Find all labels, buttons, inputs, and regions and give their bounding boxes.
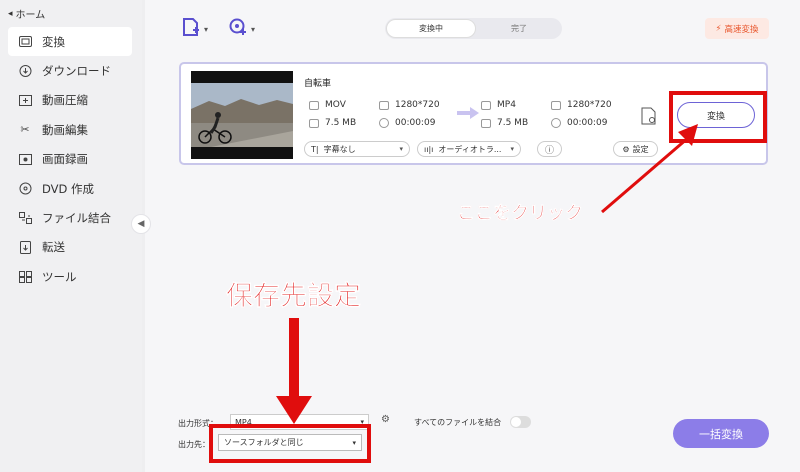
chevron-left-icon: ◀	[137, 219, 145, 229]
sidebar-item-edit[interactable]: ✂ 動画編集	[8, 115, 132, 144]
sidebar-item-transfer[interactable]: 転送	[8, 233, 132, 262]
transfer-icon	[18, 240, 32, 254]
annotation-save-destination: 保存先設定	[226, 281, 362, 313]
resolution-icon	[551, 100, 561, 110]
convert-all-button[interactable]: 一括変換	[673, 419, 769, 448]
tab-finished[interactable]: 完了	[476, 23, 562, 34]
gear-icon: ⚙	[622, 144, 630, 154]
home-link[interactable]: ◂ ホーム	[8, 6, 46, 22]
sidebar-item-record[interactable]: 画面録画	[8, 145, 132, 174]
info-icon: ⓘ	[544, 145, 554, 156]
sidebar-item-label: ツール	[42, 269, 77, 284]
target-resolution: 1280*720	[551, 100, 612, 110]
target-size: 7.5 MB	[481, 118, 528, 128]
sidebar-item-label: 画面録画	[42, 152, 88, 167]
tab-converting[interactable]: 変換中	[386, 19, 476, 38]
sidebar-item-dvd[interactable]: DVD 作成	[8, 174, 132, 203]
screen-record-icon	[18, 152, 32, 166]
sidebar-item-label: 動画編集	[42, 122, 88, 137]
sidebar-item-label: 転送	[42, 240, 65, 255]
high-speed-button[interactable]: ⚡ 高速変換	[705, 18, 769, 39]
collapse-sidebar-button[interactable]: ◀	[131, 214, 151, 234]
chevron-down-icon: ▾	[204, 24, 209, 34]
source-size: 7.5 MB	[309, 118, 356, 128]
source-duration: 00:00:09	[379, 118, 435, 128]
arrow-right-icon	[457, 107, 479, 119]
settings-button[interactable]: ⚙ 設定	[613, 141, 658, 157]
sidebar-item-label: 変換	[42, 34, 65, 49]
target-format[interactable]: MP4	[481, 100, 516, 110]
target-duration: 00:00:09	[551, 118, 607, 128]
sidebar-item-label: 動画圧縮	[42, 93, 88, 108]
video-format-icon	[309, 100, 319, 110]
highlight-dest-box	[209, 424, 371, 463]
add-media-icon	[229, 18, 247, 40]
source-format: MOV	[309, 100, 346, 110]
hardware-acceleration-icon[interactable]: ⚙	[381, 414, 390, 425]
merge-all-toggle[interactable]	[510, 416, 531, 428]
merge-icon	[18, 211, 32, 225]
video-format-icon	[481, 100, 491, 110]
merge-all-label: すべてのファイルを結合	[414, 418, 502, 427]
sidebar-item-tools[interactable]: ツール	[8, 262, 132, 291]
source-resolution: 1280*720	[379, 100, 440, 110]
sidebar-item-compress[interactable]: 動画圧縮	[8, 86, 132, 115]
add-file-button[interactable]: ▾	[182, 18, 208, 40]
resolution-icon	[379, 100, 389, 110]
sidebar-item-label: ダウンロード	[42, 64, 111, 79]
output-dest-label: 出力先：	[178, 440, 210, 449]
chevron-down-icon: ▾	[399, 145, 403, 153]
annotation-click-here: ここをクリック	[457, 203, 584, 225]
sidebar-nav: 変換 ダウンロード 動画圧縮 ✂ 動画編集 画面録画 DVD 作成 ファイル結合…	[8, 27, 132, 292]
dvd-icon	[18, 182, 32, 196]
scissors-icon: ✂	[20, 123, 30, 137]
audio-wave-icon: ıı|ı	[424, 144, 434, 154]
sidebar-item-label: ファイル結合	[42, 211, 111, 226]
sidebar-item-label: DVD 作成	[42, 181, 95, 196]
download-icon	[18, 64, 32, 78]
video-thumbnail[interactable]	[191, 71, 293, 159]
subtitle-select[interactable]: T| 字幕なし ▾	[304, 141, 410, 157]
toolbox-icon	[18, 270, 32, 284]
info-button[interactable]: ⓘ	[537, 141, 562, 157]
toggle-knob	[511, 417, 521, 427]
file-name: 自転車	[304, 79, 332, 89]
sidebar-item-convert[interactable]: 変換	[8, 27, 132, 57]
compress-icon	[18, 93, 32, 107]
chevron-down-icon: ▾	[510, 145, 514, 153]
folder-icon	[309, 118, 319, 128]
chevron-left-icon: ◂	[8, 8, 13, 19]
highlight-convert-box	[669, 91, 767, 143]
sidebar: ◂ ホーム 変換 ダウンロード 動画圧縮 ✂ 動画編集 画面録画 DVD 作成 …	[0, 0, 142, 472]
home-label: ホーム	[15, 10, 46, 21]
main-panel: ▾ ▾ 変換中 完了 ⚡ 高速変換 自転車 MOV 1280*720 7.5 M…	[145, 0, 800, 472]
folder-icon	[481, 118, 491, 128]
high-speed-label: 高速変換	[724, 24, 759, 35]
clock-icon	[551, 118, 561, 128]
lightning-icon: ⚡	[715, 23, 722, 34]
status-tabs: 変換中 完了	[385, 18, 562, 39]
add-file-icon	[182, 18, 200, 40]
sidebar-item-merge[interactable]: ファイル結合	[8, 203, 132, 232]
add-media-button[interactable]: ▾	[229, 18, 255, 40]
sidebar-item-download[interactable]: ダウンロード	[8, 56, 132, 85]
audio-track-select[interactable]: ıı|ı オーディオトラ... ▾	[417, 141, 521, 157]
chevron-down-icon: ▾	[251, 24, 256, 34]
convert-icon	[18, 35, 32, 49]
output-settings-icon[interactable]	[641, 107, 657, 125]
clock-icon	[379, 118, 389, 128]
subtitle-icon: T|	[311, 144, 319, 154]
